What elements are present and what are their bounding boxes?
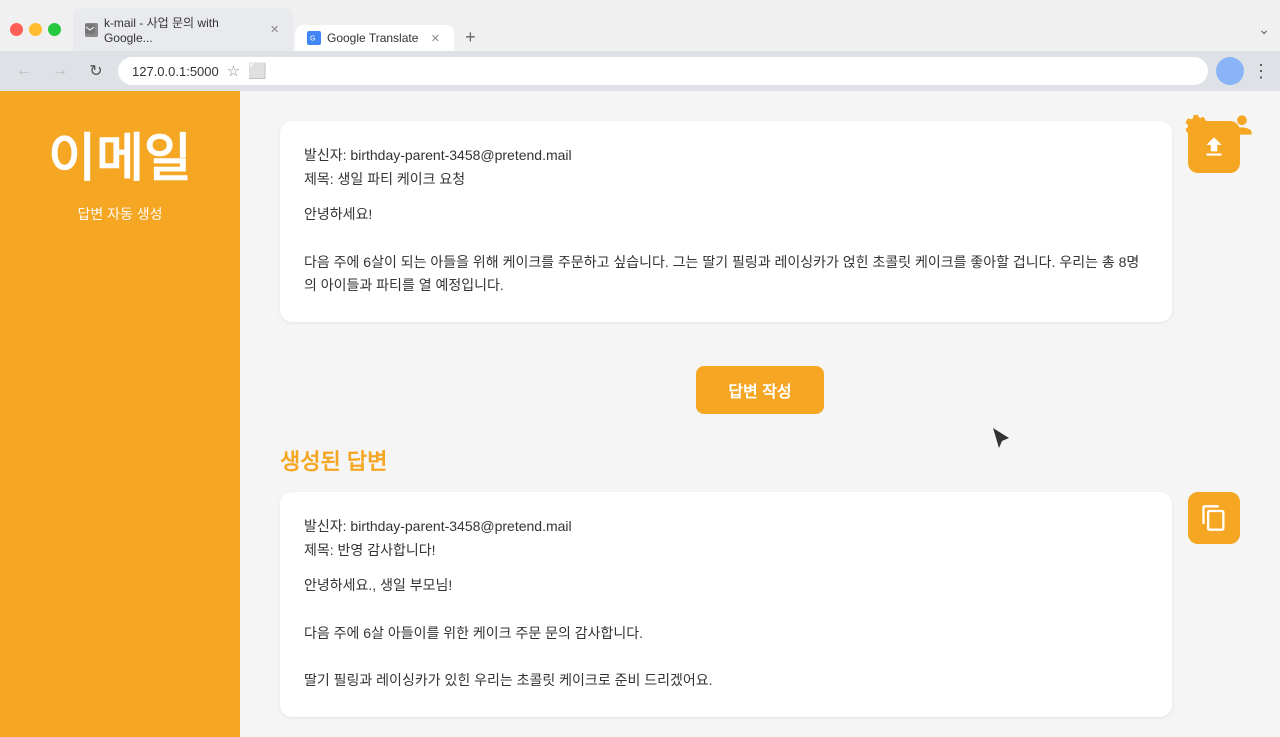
tab-bar: k-mail - 사업 문의 with Google... ✕ G Google… [73, 8, 1250, 51]
email-original-body: 안녕하세요! 다음 주에 6살이 되는 아들을 위해 케이크를 주문하고 싶습니… [304, 203, 1148, 298]
page: 이메일 답변 자동 생성 발신자: birthday-parent-3458@p… [0, 91, 1280, 737]
address-bar[interactable]: 127.0.0.1:5000 ☆ ⬜ [118, 57, 1208, 85]
extensions-icon[interactable]: ⬜ [248, 62, 267, 80]
maximize-window-btn[interactable] [48, 23, 61, 36]
email-from: 발신자: birthday-parent-3458@pretend.mail [304, 145, 1148, 165]
reload-btn[interactable]: ↻ [82, 57, 110, 85]
compose-reply-btn[interactable]: 답변 작성 [696, 366, 823, 414]
email-greeting: 안녕하세요! [304, 203, 1148, 227]
browser-nav: ← → ↻ 127.0.0.1:5000 ☆ ⬜ ⋮ [0, 51, 1280, 91]
profile-avatar[interactable] [1216, 57, 1244, 85]
top-icons [1178, 107, 1260, 143]
tab-translate-favicon: G [307, 31, 321, 45]
browser-chrome: k-mail - 사업 문의 with Google... ✕ G Google… [0, 0, 1280, 91]
back-btn[interactable]: ← [10, 57, 38, 85]
email-body-text: 다음 주에 6살이 되는 아들을 위해 케이크를 주문하고 싶습니다. 그는 딸… [304, 251, 1148, 299]
main-content: 발신자: birthday-parent-3458@pretend.mail 제… [240, 91, 1280, 737]
copy-btn[interactable] [1188, 492, 1240, 544]
tab-mail[interactable]: k-mail - 사업 문의 with Google... ✕ [73, 8, 293, 51]
new-tab-btn[interactable]: + [456, 23, 484, 51]
reply-greeting: 안녕하세요., 생일 부모님! [304, 574, 1148, 598]
sidebar: 이메일 답변 자동 생성 [0, 91, 240, 737]
title-bar: k-mail - 사업 문의 with Google... ✕ G Google… [0, 0, 1280, 51]
tab-mail-label: k-mail - 사업 문의 with Google... [104, 14, 258, 45]
reply-subject: 제목: 반영 감사합니다! [304, 540, 1148, 560]
tab-translate[interactable]: G Google Translate ✕ [295, 25, 454, 51]
tab-translate-label: Google Translate [327, 31, 418, 45]
forward-btn[interactable]: → [46, 57, 74, 85]
address-url: 127.0.0.1:5000 [132, 64, 219, 79]
original-email-section: 발신자: birthday-parent-3458@pretend.mail 제… [280, 121, 1240, 342]
reply-section: 발신자: birthday-parent-3458@pretend.mail 제… [280, 492, 1240, 737]
reply-body1: 다음 주에 6살 아들이를 위한 케이크 주문 문의 감사합니다. [304, 622, 1148, 646]
reply-body2: 딸기 필링과 레이싱카가 있힌 우리는 초콜릿 케이크로 준비 드리겠어요. [304, 669, 1148, 693]
tab-end: ⌄ [1258, 21, 1270, 38]
browser-menu-btn[interactable]: ⋮ [1252, 61, 1270, 82]
bookmark-icon[interactable]: ☆ [227, 62, 240, 80]
tab-mail-close[interactable]: ✕ [268, 23, 281, 37]
original-email-card: 발신자: birthday-parent-3458@pretend.mail 제… [280, 121, 1172, 322]
svg-text:G: G [310, 36, 315, 43]
tab-translate-close[interactable]: ✕ [428, 31, 442, 45]
tab-mail-favicon [85, 23, 98, 37]
sidebar-title: 이메일 [48, 131, 192, 188]
email-subject: 제목: 생일 파티 케이크 요청 [304, 169, 1148, 189]
chevron-down-icon[interactable]: ⌄ [1258, 21, 1270, 38]
minimize-window-btn[interactable] [29, 23, 42, 36]
reply-email-card: 발신자: birthday-parent-3458@pretend.mail 제… [280, 492, 1172, 717]
reply-body: 안녕하세요., 생일 부모님! 다음 주에 6살 아들이를 위한 케이크 주문 … [304, 574, 1148, 693]
generated-reply-title: 생성된 답변 [280, 444, 1240, 476]
sidebar-subtitle: 답변 자동 생성 [77, 204, 162, 224]
window-controls [10, 23, 61, 36]
reply-from: 발신자: birthday-parent-3458@pretend.mail [304, 516, 1148, 536]
settings-icon-btn[interactable] [1178, 107, 1214, 143]
close-window-btn[interactable] [10, 23, 23, 36]
profile-icon-btn[interactable] [1224, 107, 1260, 143]
